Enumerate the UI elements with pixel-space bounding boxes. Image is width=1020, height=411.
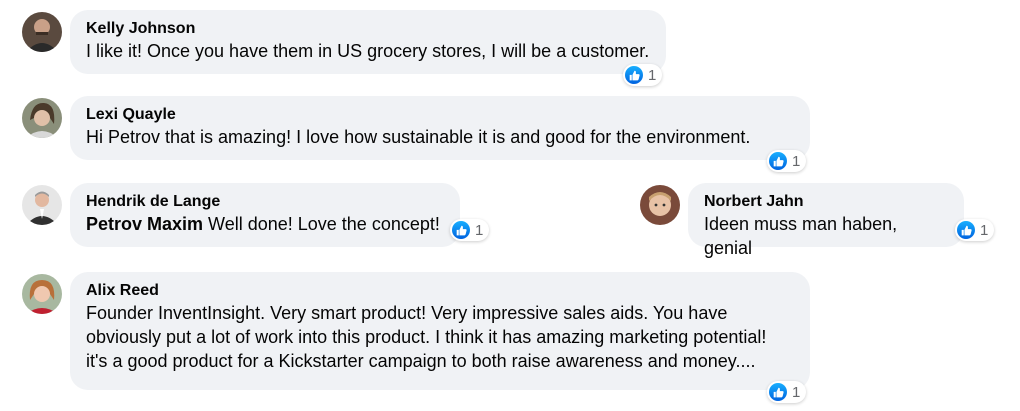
like-icon (769, 383, 787, 401)
reaction-badge[interactable]: 1 (767, 150, 807, 172)
avatar[interactable] (22, 98, 62, 138)
reaction-count: 1 (475, 221, 484, 239)
comment-bubble: Hendrik de Lange Petrov Maxim Well done!… (70, 183, 460, 247)
comment-text: Hi Petrov that is amazing! I love how su… (86, 127, 751, 147)
avatar[interactable] (640, 185, 680, 225)
reaction-badge[interactable]: 1 (955, 219, 995, 241)
avatar[interactable] (22, 185, 62, 225)
comment-text: I like it! Once you have them in US groc… (86, 41, 650, 61)
reaction-badge[interactable]: 1 (450, 219, 490, 241)
like-icon (452, 221, 470, 239)
comment-author[interactable]: Lexi Quayle (86, 105, 794, 125)
reaction-count: 1 (792, 152, 801, 170)
comment-author[interactable]: Hendrik de Lange (86, 192, 444, 212)
comment-text-body: Well done! Love the concept! (203, 214, 440, 234)
comment-text: Ideen muss man haben, genial (704, 214, 898, 258)
comment-author[interactable]: Kelly Johnson (86, 19, 650, 39)
reaction-count: 1 (648, 66, 657, 84)
comment-author[interactable]: Alix Reed (86, 281, 794, 301)
like-icon (625, 66, 643, 84)
like-icon (957, 221, 975, 239)
like-icon (769, 152, 787, 170)
comment-text-line: Founder InventInsight. Very smart produc… (86, 303, 728, 323)
reaction-badge[interactable]: 1 (767, 381, 807, 403)
comment-text-line: it's a good product for a Kickstarter ca… (86, 351, 756, 371)
reaction-count: 1 (980, 221, 989, 239)
comment-bubble: Norbert Jahn Ideen muss man haben, genia… (688, 183, 964, 258)
avatar[interactable] (22, 274, 62, 314)
reaction-badge[interactable]: 1 (623, 64, 663, 86)
comment-text: Petrov Maxim Well done! Love the concept… (86, 212, 444, 236)
comment-author[interactable]: Norbert Jahn (704, 192, 948, 212)
comment-text-line: obviously put a lot of work into this pr… (86, 327, 767, 347)
mention-link[interactable]: Petrov Maxim (86, 214, 203, 234)
comment-bubble: Lexi Quayle Hi Petrov that is amazing! I… (70, 96, 810, 160)
avatar[interactable] (22, 12, 62, 52)
comment-bubble: Alix Reed Founder InventInsight. Very sm… (70, 272, 810, 390)
reaction-count: 1 (792, 383, 801, 401)
comment-bubble: Kelly Johnson I like it! Once you have t… (70, 10, 666, 74)
